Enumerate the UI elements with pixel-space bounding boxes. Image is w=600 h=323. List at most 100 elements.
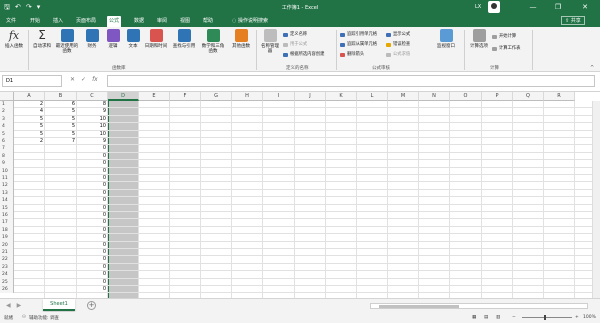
cell-c22[interactable]: 0	[77, 256, 106, 263]
row-header[interactable]: 15	[0, 204, 14, 212]
cell-c7[interactable]: 0	[77, 145, 106, 152]
cell-c8[interactable]: 0	[77, 153, 106, 160]
cell-c3[interactable]: 10	[77, 116, 106, 123]
column-header-j[interactable]: J	[295, 92, 326, 101]
cell-c16[interactable]: 0	[77, 212, 106, 219]
watch-window-button[interactable]: 监视窗口	[432, 29, 460, 49]
restore-button[interactable]: ❐	[548, 0, 568, 14]
cell-c12[interactable]: 0	[77, 182, 106, 189]
cell-c15[interactable]: 0	[77, 205, 106, 212]
column-header-r[interactable]: R	[544, 92, 575, 101]
zoom-level[interactable]: 100%	[583, 315, 596, 320]
page-break-view-icon[interactable]: ▥	[496, 315, 500, 320]
text-button[interactable]: 文本	[124, 29, 142, 49]
name-manager-button[interactable]: 名称管理器	[259, 29, 281, 54]
insert-function-button[interactable]: fx 插入函数	[2, 29, 26, 49]
close-button[interactable]: ✕	[575, 0, 595, 14]
sheet-tab-sheet1[interactable]: Sheet1	[43, 299, 75, 311]
cell-c24[interactable]: 0	[77, 271, 106, 278]
row-header[interactable]: 11	[0, 175, 14, 183]
row-header[interactable]: 8	[0, 152, 14, 161]
use-in-formula-button[interactable]: 用于公式	[283, 42, 307, 47]
zoom-out-icon[interactable]: −	[512, 315, 516, 320]
scroll-thumb[interactable]	[379, 305, 459, 308]
cell-a1[interactable]: 2	[14, 101, 43, 108]
tab-formulas[interactable]: 公式	[107, 16, 122, 27]
row-header[interactable]: 22	[0, 256, 14, 264]
cell-c23[interactable]: 0	[77, 264, 106, 271]
zoom-slider[interactable]	[522, 315, 572, 320]
cell-c17[interactable]: 0	[77, 219, 106, 226]
tab-help[interactable]: 帮助	[201, 16, 215, 27]
error-checking-button[interactable]: 错误检查	[386, 42, 410, 47]
column-header-e[interactable]: E	[139, 92, 170, 101]
more-functions-button[interactable]: 其他函数	[229, 29, 253, 49]
horizontal-scrollbar[interactable]	[370, 303, 588, 309]
column-header-h[interactable]: H	[232, 92, 263, 101]
column-header-o[interactable]: O	[450, 92, 482, 101]
cell-b4[interactable]: 5	[45, 123, 75, 130]
column-header-l[interactable]: L	[357, 92, 388, 101]
cell-c5[interactable]: 10	[77, 131, 106, 138]
cell-b5[interactable]: 5	[45, 131, 75, 138]
tab-page-layout[interactable]: 页面布局	[74, 16, 98, 27]
cell-c20[interactable]: 0	[77, 242, 106, 249]
row-header[interactable]: 16	[0, 212, 14, 220]
worksheet-grid[interactable]: A B C D E F G H I J K L M N O P Q R 1 2 3 4 5 6 7 8 9 10 11 12 13 14 15 1…	[0, 92, 600, 298]
calc-now-button[interactable]: 开始计算	[492, 34, 516, 39]
recently-used-button[interactable]: 最近使用的函数	[55, 29, 79, 54]
tab-file[interactable]: 文件	[4, 16, 18, 27]
row-header[interactable]: 20	[0, 241, 14, 249]
cell-a5[interactable]: 5	[14, 131, 43, 138]
remove-arrows-button[interactable]: 删除箭头	[340, 52, 364, 57]
row-header[interactable]: 10	[0, 167, 14, 175]
row-header[interactable]: 4	[0, 123, 14, 131]
tab-data[interactable]: 数据	[132, 16, 146, 27]
zoom-knob[interactable]	[544, 315, 546, 320]
add-sheet-button[interactable]: +	[87, 301, 96, 310]
row-header[interactable]: 21	[0, 249, 14, 257]
column-header-b[interactable]: B	[45, 92, 77, 101]
avatar[interactable]	[488, 1, 500, 13]
cell-c9[interactable]: 0	[77, 160, 106, 167]
tell-me-search[interactable]: ◌ 操作说明搜索	[230, 16, 270, 27]
tab-view[interactable]: 视图	[178, 16, 192, 27]
cell-a2[interactable]: 4	[14, 108, 43, 115]
cell-b3[interactable]: 5	[45, 116, 75, 123]
column-header-k[interactable]: K	[326, 92, 357, 101]
cell-b2[interactable]: 5	[45, 108, 75, 115]
row-header[interactable]: 6	[0, 138, 14, 146]
row-header[interactable]: 12	[0, 182, 14, 190]
define-name-button[interactable]: 定义名称	[283, 32, 307, 37]
row-header[interactable]: 25	[0, 278, 14, 286]
cell-c19[interactable]: 0	[77, 234, 106, 241]
calc-sheet-button[interactable]: 计算工作表	[492, 46, 520, 51]
show-formulas-button[interactable]: 显示公式	[386, 32, 410, 37]
autosum-button[interactable]: Σ 自动求和	[31, 29, 53, 50]
select-all-corner[interactable]	[0, 92, 14, 101]
next-sheet-icon[interactable]: ▶	[17, 302, 22, 309]
vertical-scrollbar[interactable]	[592, 101, 600, 298]
financial-button[interactable]: 财务	[83, 29, 101, 49]
lookup-button[interactable]: 查找与引用	[171, 29, 197, 49]
collapse-ribbon-icon[interactable]: ^	[590, 65, 594, 71]
tab-home[interactable]: 开始	[28, 16, 42, 27]
column-header-n[interactable]: N	[419, 92, 450, 101]
enter-icon[interactable]: ✓	[81, 76, 86, 83]
accessibility-icon[interactable]: ⚇	[22, 315, 26, 320]
cell-c1[interactable]: 8	[77, 101, 106, 108]
cell-c25[interactable]: 0	[77, 279, 106, 286]
share-button[interactable]: ⇪ 共享	[561, 16, 585, 25]
tab-review[interactable]: 审阅	[155, 16, 169, 27]
cancel-icon[interactable]: ✕	[70, 76, 75, 83]
cell-c14[interactable]: 0	[77, 197, 106, 204]
cell-c26[interactable]: 0	[77, 286, 106, 293]
column-header-d[interactable]: D	[108, 92, 139, 101]
tab-insert[interactable]: 插入	[51, 16, 65, 27]
cell-c6[interactable]: 9	[77, 138, 106, 145]
row-header[interactable]: 23	[0, 263, 14, 272]
cell-a6[interactable]: 2	[14, 138, 43, 145]
row-header[interactable]: 7	[0, 145, 14, 153]
create-from-selection-button[interactable]: 根据所选内容创建	[283, 52, 324, 57]
column-header-a[interactable]: A	[14, 92, 45, 101]
